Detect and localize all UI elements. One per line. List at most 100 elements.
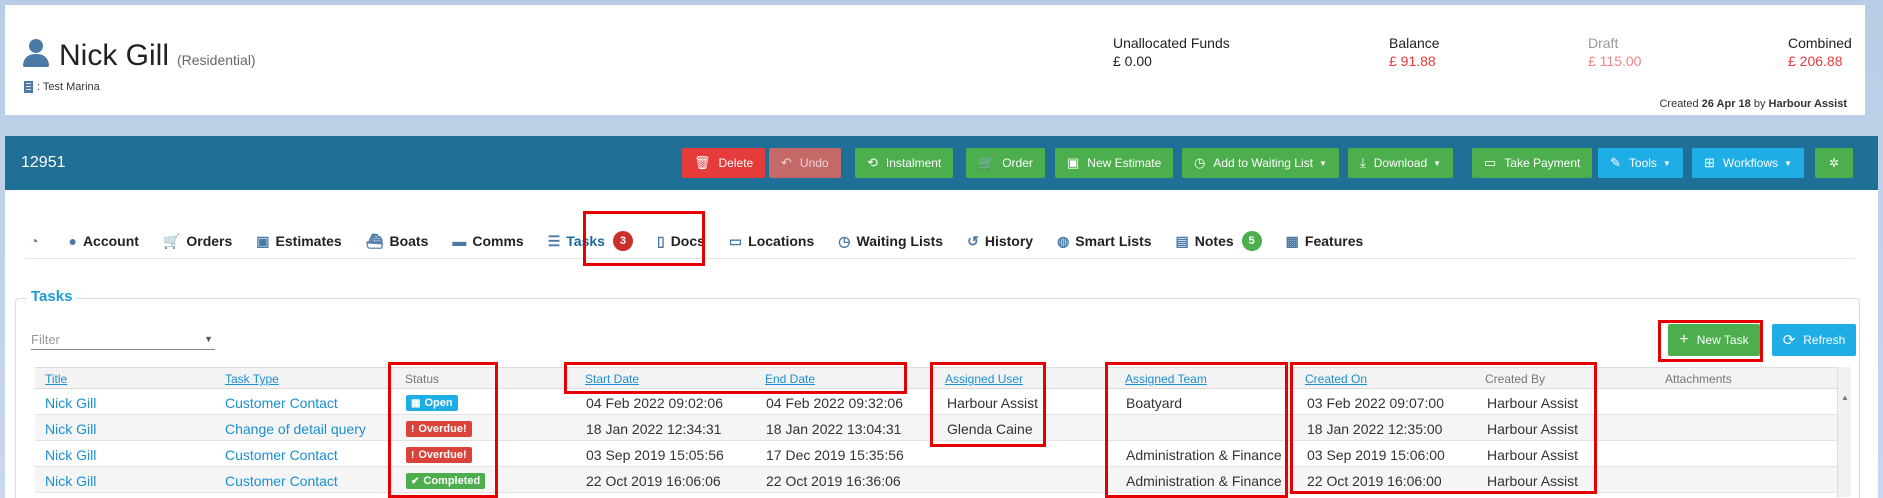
refresh-button[interactable]: ⟳ Refresh — [1772, 324, 1856, 356]
task-created-by: Harbour Assist — [1487, 447, 1579, 463]
history-icon: ↺ — [967, 232, 979, 249]
task-end-date: 04 Feb 2022 09:32:06 — [766, 395, 904, 411]
undo-button[interactable]: ↶ Undo — [769, 148, 841, 178]
caret-down-icon: ▼ — [1318, 158, 1327, 168]
caret-down-icon: ▼ — [1662, 158, 1671, 168]
task-created-on: 03 Feb 2022 09:07:00 — [1307, 395, 1445, 411]
filter-select[interactable]: Filter ▼ — [31, 332, 215, 350]
table-header: Title Task Type Status Start Date End Da… — [35, 367, 1837, 389]
column-start-date[interactable]: Start Date — [585, 372, 639, 386]
table-row[interactable]: Nick Gill Customer Contact ▦ Open 04 Feb… — [35, 389, 1837, 415]
draft-value: £ 115.00 — [1588, 53, 1642, 69]
alert-icon: ! — [411, 423, 415, 435]
customer-identity: Nick Gill (Residential) — [21, 35, 256, 73]
column-attachments: Attachments — [1665, 372, 1732, 386]
table-row[interactable]: Nick Gill Customer Contact ! Overdue! 03… — [35, 441, 1837, 467]
tasks-section-title: Tasks — [27, 288, 77, 305]
caret-down-icon: ▼ — [1784, 158, 1792, 168]
status-badge: ! Overdue! — [406, 421, 472, 437]
task-type[interactable]: Customer Contact — [225, 395, 338, 411]
tab-dashboard[interactable]: ◔ — [30, 233, 44, 249]
notes-count-badge: 5 — [1241, 231, 1262, 251]
tab-smart-lists[interactable]: ◍ Smart Lists — [1057, 233, 1151, 250]
estimate-icon: ▣ — [1067, 155, 1080, 170]
table-row[interactable]: Nick Gill Change of detail query ! Overd… — [35, 415, 1837, 441]
delete-button[interactable]: 🗑 Delete — [682, 148, 766, 178]
new-task-button[interactable]: + New Task — [1668, 324, 1760, 356]
marina-name: : Test Marina — [37, 81, 100, 93]
calendar-icon: ▦ — [411, 397, 421, 409]
scroll-up-icon[interactable]: ▲ — [1841, 393, 1849, 402]
tab-comms[interactable]: ▬ Comms — [452, 233, 523, 249]
task-type[interactable]: Customer Contact — [225, 473, 338, 489]
column-assigned-team[interactable]: Assigned Team — [1125, 372, 1207, 386]
balance-value: £ 91.88 — [1389, 53, 1436, 69]
task-assigned-team: Boatyard — [1126, 395, 1183, 411]
task-created-by: Harbour Assist — [1487, 421, 1579, 437]
workflows-button[interactable]: ⊞ Workflows ▼ — [1692, 148, 1804, 178]
wand-icon: ✎ — [1610, 155, 1621, 170]
table-row[interactable]: Nick Gill Customer Contact ✔ Completed 2… — [35, 467, 1837, 493]
combined-value: £ 206.88 — [1788, 53, 1843, 69]
tab-locations[interactable]: ▭ Locations — [729, 233, 814, 250]
download-button[interactable]: ⤓ Download ▼ — [1348, 148, 1454, 178]
combined-label: Combined — [1788, 35, 1852, 51]
tab-estimates[interactable]: ▣ Estimates — [256, 233, 341, 250]
table-scrollbar[interactable]: ▲ — [1837, 367, 1851, 497]
task-title[interactable]: Nick Gill — [45, 395, 96, 411]
dashboard-icon: ◔ — [30, 233, 39, 249]
tab-docs[interactable]: ▯ Docs — [657, 233, 705, 250]
instalment-button[interactable]: ⟲ Instalment — [855, 148, 954, 178]
record-toolbar: 12951 🗑 Delete ↶ Undo ⟲ Instalment 🛒 Ord… — [5, 136, 1878, 190]
tab-boats[interactable]: ⛴ Boats — [366, 233, 429, 250]
task-start-date: 22 Oct 2019 16:06:06 — [586, 473, 721, 489]
task-type[interactable]: Change of detail query — [225, 421, 366, 437]
customer-type: (Residential) — [177, 52, 256, 68]
column-task-type[interactable]: Task Type — [225, 372, 279, 386]
tab-waiting-lists[interactable]: ◷ Waiting Lists — [838, 233, 943, 250]
column-created-on[interactable]: Created On — [1305, 372, 1367, 386]
document-icon: ▯ — [656, 232, 665, 249]
draft-label: Draft — [1588, 35, 1619, 51]
tab-notes[interactable]: ▤ Notes 5 — [1176, 231, 1262, 251]
caret-down-icon: ▼ — [1433, 158, 1442, 168]
settings-button[interactable]: ✲ — [1815, 148, 1854, 178]
download-icon: ⤓ — [1360, 155, 1366, 170]
order-button[interactable]: 🛒 Order — [966, 148, 1045, 178]
clock-icon: ◷ — [1194, 155, 1206, 170]
task-title[interactable]: Nick Gill — [45, 421, 96, 437]
instalment-icon: ⟲ — [867, 155, 878, 170]
tab-history[interactable]: ↺ History — [967, 233, 1033, 250]
add-to-waiting-list-button[interactable]: ◷ Add to Waiting List ▼ — [1182, 148, 1339, 178]
column-created-by: Created By — [1485, 372, 1546, 386]
task-title[interactable]: Nick Gill — [45, 473, 96, 489]
caret-down-icon: ▼ — [204, 334, 213, 344]
cart-icon: 🛒 — [978, 155, 995, 170]
task-start-date: 03 Sep 2019 15:05:56 — [586, 447, 724, 463]
take-payment-button[interactable]: ▭ Take Payment — [1472, 148, 1593, 178]
combined: Combined £ 206.88 — [1788, 35, 1852, 69]
task-assigned-user: Harbour Assist — [947, 395, 1039, 411]
status-badge: ✔ Completed — [406, 473, 486, 489]
tab-orders[interactable]: 🛒 Orders — [163, 233, 232, 250]
column-end-date[interactable]: End Date — [765, 372, 815, 386]
column-assigned-user[interactable]: Assigned User — [945, 372, 1023, 386]
task-start-date: 04 Feb 2022 09:02:06 — [586, 395, 724, 411]
status-badge: ! Overdue! — [406, 447, 472, 463]
gear-icon: ✲ — [1829, 156, 1840, 170]
column-status: Status — [405, 372, 440, 386]
column-title[interactable]: Title — [45, 372, 67, 386]
task-created-by: Harbour Assist — [1487, 395, 1579, 411]
new-estimate-button[interactable]: ▣ New Estimate — [1055, 148, 1174, 178]
tab-features[interactable]: ▦ Features — [1286, 233, 1364, 250]
unallocated-label: Unallocated Funds — [1113, 35, 1230, 51]
task-created-by: Harbour Assist — [1487, 473, 1579, 489]
task-title[interactable]: Nick Gill — [45, 447, 96, 463]
tools-button[interactable]: ✎ Tools ▼ — [1598, 148, 1683, 178]
workflow-icon: ⊞ — [1704, 155, 1715, 170]
tab-tasks[interactable]: ☰ Tasks 3 — [548, 231, 633, 251]
unallocated-value: £ 0.00 — [1113, 53, 1152, 69]
tab-account[interactable]: ● Account — [68, 233, 138, 249]
task-type[interactable]: Customer Contact — [225, 447, 338, 463]
main-panel: ◔ ● Account 🛒 Orders ▣ Estimates ⛴ Boats… — [5, 190, 1878, 498]
